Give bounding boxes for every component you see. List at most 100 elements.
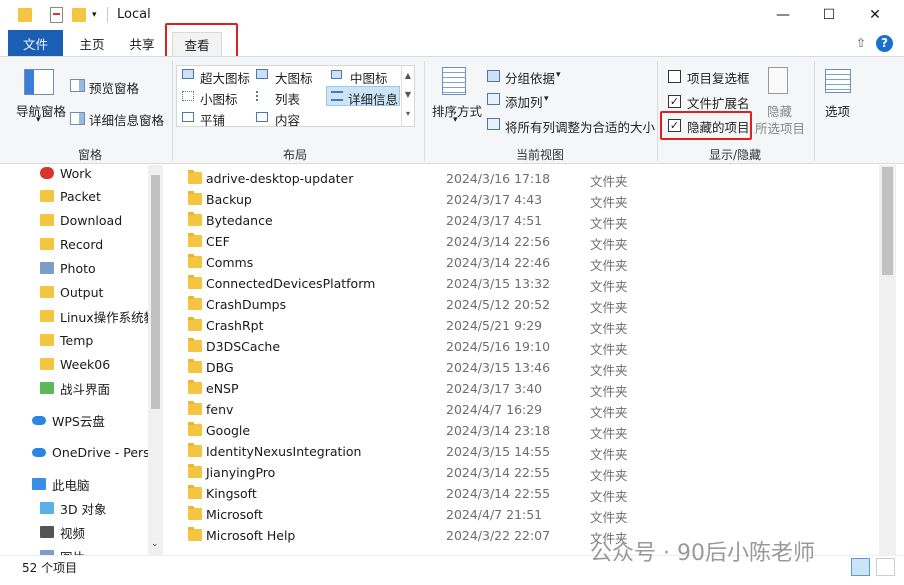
table-row[interactable]: Backup 2024/3/17 4:43 文件夹 (163, 189, 879, 210)
table-row[interactable]: IdentityNexusIntegration 2024/3/15 14:55 文… (163, 441, 879, 462)
tiles-view-toggle-icon[interactable] (876, 558, 895, 576)
group-by-button[interactable]: 分组依据 (505, 68, 555, 87)
nav-item[interactable]: 图片 (40, 544, 163, 555)
item-checkboxes-label[interactable]: 项目复选框 (687, 68, 750, 87)
file-date: 2024/3/15 13:46 (446, 360, 551, 375)
computer-icon (32, 478, 46, 490)
nav-pane-button[interactable]: 导航窗格 (16, 101, 66, 120)
help-icon[interactable]: ? (876, 35, 893, 52)
close-button[interactable]: ✕ (852, 0, 898, 30)
nav-item[interactable]: Download📌 (40, 208, 163, 232)
nav-item[interactable]: OneDrive - Perso (32, 440, 163, 464)
ribbon-collapse-icon[interactable]: ⇧ (856, 36, 866, 50)
nav-item[interactable]: WPS云盘 (32, 408, 163, 432)
file-list-scrollbar[interactable] (879, 165, 896, 555)
video-icon (40, 526, 54, 538)
layout-extra-large[interactable]: 超大图标 (200, 68, 250, 87)
nav-scroll-down-icon[interactable]: ⌄ (151, 539, 159, 549)
file-extensions-checkbox[interactable]: ✓ (668, 95, 681, 108)
maximize-button[interactable]: ☐ (806, 0, 852, 30)
table-row[interactable]: ConnectedDevicesPlatform 2024/3/15 13:32 文… (163, 273, 879, 294)
table-row[interactable]: adrive-desktop-updater 2024/3/16 17:18 文件夹 (163, 168, 879, 189)
table-row[interactable]: eNSP 2024/3/17 3:40 文件夹 (163, 378, 879, 399)
nav-item[interactable]: Record📌 (40, 232, 163, 256)
quick-access-dropdown-icon[interactable]: ▾ (92, 10, 97, 28)
nav-item[interactable]: 此电脑 (32, 472, 163, 496)
layout-tiles-icon (182, 112, 194, 122)
nav-item[interactable]: Output📌 (40, 280, 163, 304)
preview-pane-button[interactable]: 预览窗格 (89, 78, 139, 97)
layout-medium[interactable]: 中图标 (350, 68, 388, 87)
table-row[interactable]: Bytedance 2024/3/17 4:51 文件夹 (163, 210, 879, 231)
layout-list[interactable]: 列表 (275, 89, 300, 108)
nav-scrollbar[interactable]: ⌄ (148, 165, 163, 555)
nav-pane-dropdown-icon[interactable]: ▾ (36, 115, 41, 125)
table-row[interactable]: Kingsoft 2024/3/14 22:55 文件夹 (163, 483, 879, 504)
file-date: 2024/3/17 4:43 (446, 192, 543, 207)
table-row[interactable]: D3DSCache 2024/5/16 19:10 文件夹 (163, 336, 879, 357)
add-column-dropdown-icon[interactable]: ▾ (544, 94, 549, 104)
nav-item[interactable]: Photo📌 (40, 256, 163, 280)
nav-item[interactable]: 战斗界面 (40, 376, 163, 400)
folder-icon (188, 296, 202, 310)
tab-share[interactable]: 共享 (122, 30, 162, 56)
nav-item[interactable]: 视频 (40, 520, 163, 544)
table-row[interactable]: Comms 2024/3/14 22:46 文件夹 (163, 252, 879, 273)
nav-item[interactable]: Temp (40, 328, 163, 352)
explorer-window: ▾ Local — ☐ ✕ 文件 主页 共享 查看 ⇧ ? 导航窗格 ▾ 预览窗… (0, 0, 904, 585)
ribbon-tabs: 文件 主页 共享 查看 ⇧ ? (0, 30, 904, 56)
layout-details-icon (331, 91, 343, 101)
nav-item[interactable]: Linux操作系统教 (40, 304, 163, 328)
table-row[interactable]: DBG 2024/3/15 13:46 文件夹 (163, 357, 879, 378)
file-date: 2024/3/14 23:18 (446, 423, 551, 438)
file-name: Microsoft Help (206, 528, 296, 543)
layout-scroll-arrows[interactable]: ▲ ▼ ▾ (401, 66, 414, 126)
folder-icon (40, 190, 54, 202)
file-name: D3DSCache (206, 339, 281, 354)
nav-item[interactable]: Work📌 (40, 165, 163, 185)
add-column-button[interactable]: 添加列 (505, 92, 543, 111)
minimize-button[interactable]: — (760, 0, 806, 30)
nav-pane-icon[interactable] (24, 69, 54, 95)
navigation-pane: Work📌Packet📌Download📌Record📌Photo📌Output… (0, 165, 163, 555)
details-pane-button[interactable]: 详细信息窗格 (89, 110, 164, 129)
folder-icon (188, 464, 202, 478)
table-row[interactable]: CrashDumps 2024/5/12 20:52 文件夹 (163, 294, 879, 315)
hide-selected-label-2[interactable]: 所选项目 (755, 118, 805, 137)
folder-icon (40, 334, 54, 346)
tab-home[interactable]: 主页 (72, 30, 112, 56)
group-by-dropdown-icon[interactable]: ▾ (556, 70, 561, 80)
properties-icon[interactable] (50, 7, 63, 23)
tab-file[interactable]: 文件 (8, 30, 63, 56)
file-extensions-label[interactable]: 文件扩展名 (687, 93, 750, 112)
file-type: 文件夹 (590, 447, 628, 462)
nav-item[interactable]: Week06 (40, 352, 163, 376)
layout-large[interactable]: 大图标 (275, 68, 313, 87)
folder-icon (188, 422, 202, 436)
table-row[interactable]: Google 2024/3/14 23:18 文件夹 (163, 420, 879, 441)
layout-content[interactable]: 内容 (275, 110, 300, 129)
layout-tiles[interactable]: 平铺 (200, 110, 225, 129)
nav-item[interactable]: 3D 对象 (40, 496, 163, 520)
table-row[interactable]: CEF 2024/3/14 22:56 文件夹 (163, 231, 879, 252)
layout-small[interactable]: 小图标 (200, 89, 238, 108)
warning-folder-icon (40, 167, 54, 179)
nav-scroll-thumb[interactable] (151, 175, 160, 409)
file-date: 2024/3/15 13:32 (446, 276, 551, 291)
table-row[interactable]: CrashRpt 2024/5/21 9:29 文件夹 (163, 315, 879, 336)
new-folder-icon[interactable] (72, 8, 86, 22)
nav-item[interactable]: Packet📌 (40, 184, 163, 208)
table-row[interactable]: Microsoft 2024/4/7 21:51 文件夹 (163, 504, 879, 525)
layout-details[interactable]: 详细信息 (348, 89, 398, 108)
details-view-toggle-icon[interactable] (851, 558, 870, 576)
file-date: 2024/4/7 21:51 (446, 507, 543, 522)
sort-by-dropdown-icon[interactable]: ▾ (453, 115, 458, 125)
file-date: 2024/3/14 22:56 (446, 234, 551, 249)
size-all-columns-button[interactable]: 将所有列调整为合适的大小 (505, 117, 655, 136)
options-button[interactable]: 选项 (825, 101, 850, 120)
file-name: Kingsoft (206, 486, 257, 501)
item-checkboxes-checkbox[interactable] (668, 70, 681, 83)
table-row[interactable]: fenv 2024/4/7 16:29 文件夹 (163, 399, 879, 420)
table-row[interactable]: JianyingPro 2024/3/14 22:55 文件夹 (163, 462, 879, 483)
file-list-scroll-thumb[interactable] (882, 167, 893, 275)
